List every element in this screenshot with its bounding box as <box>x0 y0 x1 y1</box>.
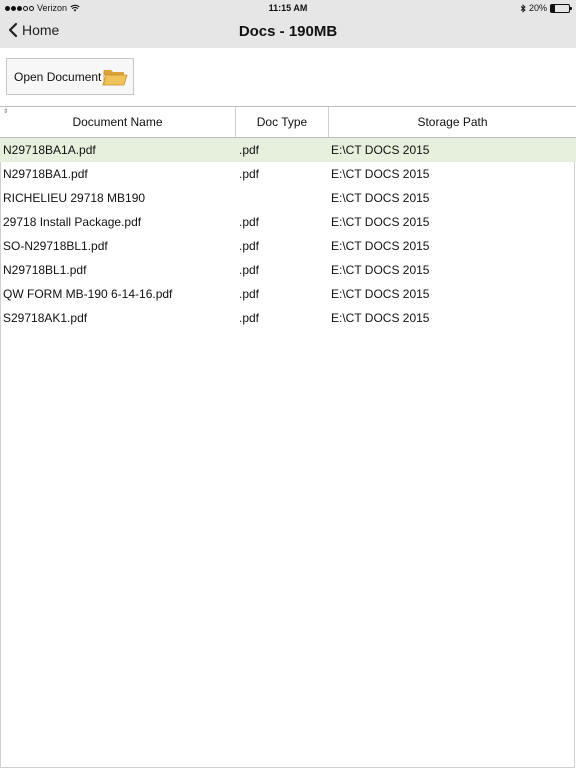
column-header-document-name[interactable]: ⇕ Document Name <box>0 107 236 137</box>
table-row[interactable]: S29718AK1.pdf .pdf E:\CT DOCS 2015 <box>0 306 576 330</box>
cell-document-name: RICHELIEU 29718 MB190 <box>3 191 146 205</box>
table-row[interactable]: RICHELIEU 29718 MB190 E:\CT DOCS 2015 <box>0 186 576 210</box>
page-title: Docs - 190MB <box>238 23 338 40</box>
cell-document-name: N29718BA1A.pdf <box>3 143 96 157</box>
status-bar: Verizon 11:15 AM 20% <box>0 0 576 16</box>
table-row[interactable]: N29718BA1A.pdf .pdf E:\CT DOCS 2015 <box>0 138 576 162</box>
status-time: 11:15 AM <box>268 3 308 13</box>
column-header-doc-type[interactable]: Doc Type <box>236 107 329 137</box>
toolbar: Open Document <box>0 48 576 106</box>
grid-rows: N29718BA1A.pdf .pdf E:\CT DOCS 2015 N29718B… <box>0 138 576 330</box>
cell-document-name: QW FORM MB-190 6-14-16.pdf <box>3 287 173 301</box>
table-row[interactable]: SO-N29718BL1.pdf .pdf E:\CT DOCS 2015 <box>0 234 576 258</box>
bluetooth-icon <box>520 3 526 13</box>
cell-storage-path: E:\CT DOCS 2015 <box>331 263 430 277</box>
cell-doc-type: .pdf <box>239 287 260 301</box>
cell-storage-path: E:\CT DOCS 2015 <box>331 239 430 253</box>
table-row[interactable]: QW FORM MB-190 6-14-16.pdf .pdf E:\CT DOCS… <box>0 282 576 306</box>
cell-doc-type: .pdf <box>239 167 260 181</box>
grid-header: ⇕ Document Name Doc Type Storage Path <box>0 107 576 138</box>
cell-document-name: 29718 Install Package.pdf <box>3 215 142 229</box>
open-document-label: Open Document <box>14 69 102 84</box>
open-folder-icon <box>102 70 128 86</box>
battery-percent: 20% <box>528 3 547 13</box>
cell-storage-path: E:\CT DOCS 2015 <box>331 191 430 205</box>
cell-storage-path: E:\CT DOCS 2015 <box>331 167 430 181</box>
cell-doc-type: .pdf <box>239 263 260 277</box>
battery-icon <box>550 3 572 13</box>
cell-doc-type: .pdf <box>239 311 260 325</box>
cell-doc-type: .pdf <box>239 143 260 157</box>
table-row[interactable]: N29718BA1.pdf .pdf E:\CT DOCS 2015 <box>0 162 576 186</box>
column-header-storage-path[interactable]: Storage Path <box>329 107 576 137</box>
cell-document-name: SO-N29718BL1.pdf <box>3 239 108 253</box>
cell-document-name: S29718AK1.pdf <box>3 311 88 325</box>
cell-doc-type: .pdf <box>239 239 260 253</box>
cell-document-name: N29718BA1.pdf <box>3 167 88 181</box>
status-right: 20% <box>520 3 572 13</box>
cell-storage-path: E:\CT DOCS 2015 <box>331 215 430 229</box>
cell-storage-path: E:\CT DOCS 2015 <box>331 311 430 325</box>
cell-storage-path: E:\CT DOCS 2015 <box>331 287 430 301</box>
open-document-button[interactable]: Open Document <box>6 58 134 95</box>
documents-grid: ⇕ Document Name Doc Type Storage Path N2… <box>0 106 576 768</box>
table-row[interactable]: 29718 Install Package.pdf .pdf E:\CT DOCS … <box>0 210 576 234</box>
navigation-bar: Home Docs - 190MB <box>0 16 576 48</box>
cell-doc-type: .pdf <box>239 215 260 229</box>
cell-storage-path: E:\CT DOCS 2015 <box>331 143 430 157</box>
battery-level <box>551 4 555 12</box>
table-row[interactable]: N29718BL1.pdf .pdf E:\CT DOCS 2015 <box>0 258 576 282</box>
sort-icon: ⇕ <box>3 109 9 115</box>
cell-document-name: N29718BL1.pdf <box>3 263 87 277</box>
